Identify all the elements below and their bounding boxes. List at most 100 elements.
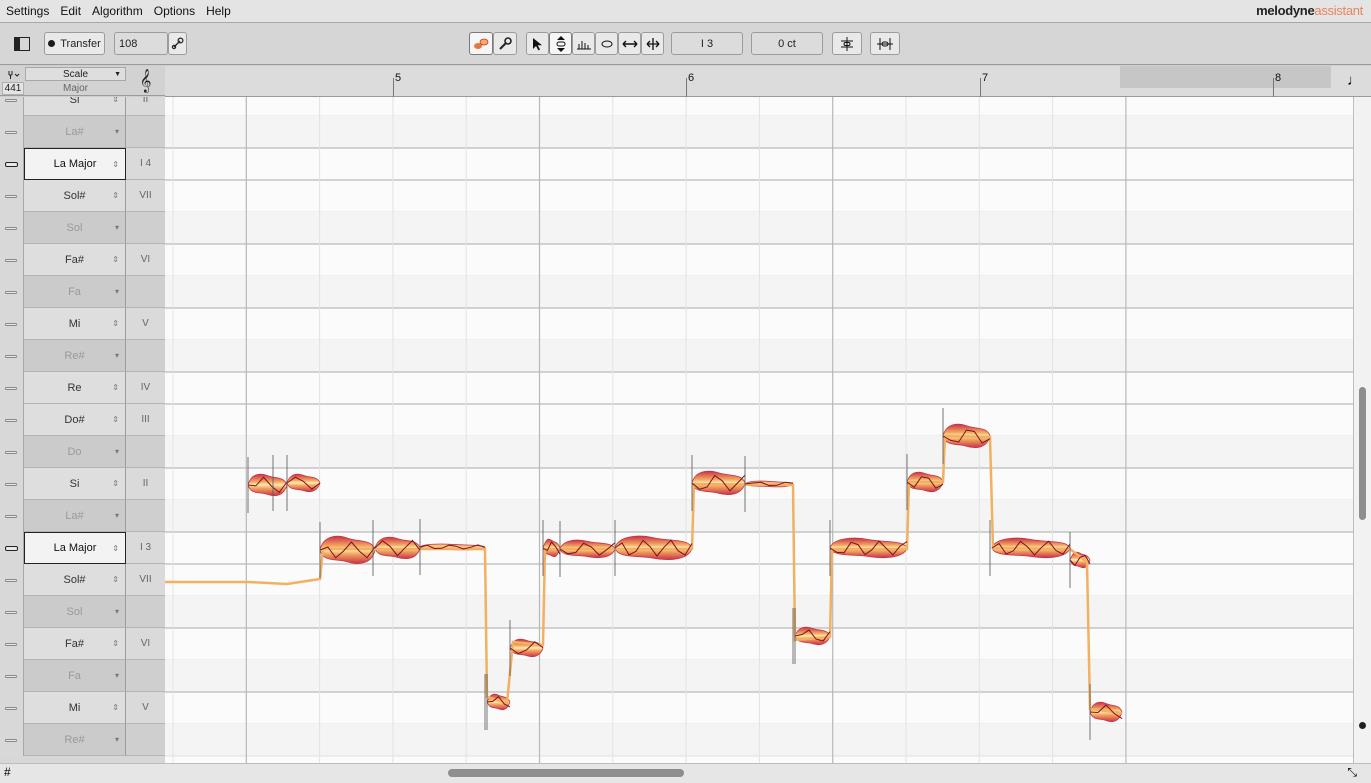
vertical-scroll-thumb[interactable] <box>1359 387 1366 520</box>
pitch-lane[interactable] <box>0 404 24 436</box>
scale-note[interactable]: Sol# ⇕ <box>24 180 126 212</box>
clef-button[interactable]: 𝄞 <box>128 67 163 95</box>
menu-edit[interactable]: Edit <box>54 0 86 23</box>
pitch-lane[interactable] <box>0 564 24 596</box>
pitch-lane[interactable] <box>0 468 24 500</box>
timing-tool-button[interactable] <box>618 32 641 55</box>
scale-row[interactable]: Fa ▾ <box>0 276 165 308</box>
note-blob[interactable] <box>794 626 831 646</box>
scale-row[interactable]: La# ▾ <box>0 500 165 532</box>
menu-algorithm[interactable]: Algorithm <box>86 0 148 23</box>
scale-row[interactable]: Re# ▾ <box>0 340 165 372</box>
scale-row[interactable]: Fa# ⇕ VI <box>0 628 165 660</box>
scale-note[interactable]: La# ▾ <box>24 116 126 148</box>
scale-note[interactable]: Sol# ⇕ <box>24 564 126 596</box>
scale-note[interactable]: Fa# ⇕ <box>24 628 126 660</box>
cent-offset-field[interactable]: 0 ct <box>751 32 823 55</box>
scale-row[interactable]: Sol ▾ <box>0 596 165 628</box>
note-blob[interactable] <box>247 473 288 496</box>
scale-row[interactable]: La# ▾ <box>0 116 165 148</box>
quantize-pitch-button[interactable] <box>832 32 862 55</box>
scale-row[interactable]: Sol# ⇕ VII <box>0 564 165 596</box>
amplitude-tool-button[interactable] <box>595 32 618 55</box>
scale-row[interactable]: Do# ⇕ III <box>0 404 165 436</box>
pitch-lane[interactable] <box>0 148 24 180</box>
scale-note[interactable]: Re# ▾ <box>24 340 126 372</box>
scale-row[interactable]: Re ⇕ IV <box>0 372 165 404</box>
scale-row[interactable]: Mi ⇕ V <box>0 308 165 340</box>
pitch-lane[interactable] <box>0 596 24 628</box>
pitch-lane[interactable] <box>0 276 24 308</box>
scale-note[interactable]: Do# ⇕ <box>24 404 126 436</box>
grid-snap-icon[interactable]: # <box>4 765 11 779</box>
scale-row[interactable]: La Major ⇕ I 3 <box>0 532 165 564</box>
menu-settings[interactable]: Settings <box>0 0 54 23</box>
scale-note[interactable]: Re# ▾ <box>24 724 126 756</box>
horizontal-scroll-thumb[interactable] <box>448 769 684 777</box>
tempo-link-button[interactable] <box>168 32 187 55</box>
note-blob[interactable] <box>286 473 321 493</box>
scale-note[interactable]: Sol ▾ <box>24 596 126 628</box>
pitch-tool-button[interactable] <box>549 32 572 55</box>
time-stretch-tool-button[interactable] <box>641 32 664 55</box>
tempo-field[interactable]: 108 <box>114 32 168 55</box>
pitch-lane[interactable] <box>0 532 24 564</box>
scale-row[interactable]: Sol# ⇕ VII <box>0 180 165 212</box>
sidebar-toggle-button[interactable] <box>10 32 34 55</box>
scale-note[interactable]: La Major ⇕ <box>24 532 126 564</box>
pitch-lane[interactable] <box>0 692 24 724</box>
transfer-button[interactable]: Transfer <box>44 32 105 55</box>
reference-pitch-field[interactable]: 441 <box>2 82 24 95</box>
scale-note[interactable]: La# ▾ <box>24 500 126 532</box>
pitch-lane[interactable] <box>0 340 24 372</box>
formant-tool-button[interactable] <box>572 32 595 55</box>
pitch-macro-button[interactable] <box>469 32 493 55</box>
pitch-lane[interactable] <box>0 628 24 660</box>
scale-mode[interactable]: Major <box>25 82 126 95</box>
note-editor-canvas[interactable] <box>165 97 1353 763</box>
menu-options[interactable]: Options <box>148 0 200 23</box>
pitch-lane[interactable] <box>0 308 24 340</box>
zoom-resize-icon[interactable]: ⤡ <box>1347 765 1357 780</box>
pitch-lane[interactable] <box>0 244 24 276</box>
pitch-lane[interactable] <box>0 97 24 116</box>
quantize-time-button[interactable] <box>870 32 900 55</box>
pitch-lane[interactable] <box>0 372 24 404</box>
scale-note[interactable]: Do ▾ <box>24 436 126 468</box>
note-value-corner[interactable]: ♩ <box>1331 66 1371 97</box>
scale-row[interactable]: Re# ▾ <box>0 724 165 756</box>
scale-note[interactable]: Fa ▾ <box>24 660 126 692</box>
scale-row[interactable]: Do ▾ <box>0 436 165 468</box>
scale-row[interactable]: Si ⇕ II <box>0 97 165 116</box>
pitch-position-field[interactable]: I 3 <box>671 32 743 55</box>
timeline-ruler[interactable]: 5 6 7 8 <box>165 66 1331 97</box>
scale-row[interactable]: Si ⇕ II <box>0 468 165 500</box>
scale-note[interactable]: Fa# ⇕ <box>24 244 126 276</box>
scale-note[interactable]: Mi ⇕ <box>24 308 126 340</box>
scale-row[interactable]: Sol ▾ <box>0 212 165 244</box>
horizontal-scrollbar[interactable]: # ⤡ <box>0 763 1371 783</box>
menu-help[interactable]: Help <box>200 0 236 23</box>
scale-selector[interactable]: Scale ▼ <box>25 67 126 81</box>
scale-note[interactable]: Sol ▾ <box>24 212 126 244</box>
pitch-lane[interactable] <box>0 724 24 756</box>
pointer-tool-button[interactable] <box>526 32 549 55</box>
scale-note[interactable]: Si ⇕ <box>24 468 126 500</box>
pitch-lane[interactable] <box>0 500 24 532</box>
scale-note[interactable]: Fa ▾ <box>24 276 126 308</box>
scale-row[interactable]: Fa ▾ <box>0 660 165 692</box>
vertical-zoom-handle[interactable] <box>1359 722 1366 729</box>
scale-row[interactable]: La Major ⇕ I 4 <box>0 148 165 180</box>
note-editor[interactable] <box>165 97 1353 763</box>
pitch-lane[interactable] <box>0 180 24 212</box>
scale-row[interactable]: Mi ⇕ V <box>0 692 165 724</box>
scale-row[interactable]: Fa# ⇕ VI <box>0 244 165 276</box>
pitch-lane[interactable] <box>0 660 24 692</box>
tuning-menu-button[interactable] <box>2 68 24 81</box>
scale-note[interactable]: Mi ⇕ <box>24 692 126 724</box>
pitch-lane[interactable] <box>0 436 24 468</box>
scale-note[interactable]: Re ⇕ <box>24 372 126 404</box>
tools-button[interactable] <box>493 32 517 55</box>
pitch-lane[interactable] <box>0 212 24 244</box>
vertical-scrollbar[interactable] <box>1353 97 1371 763</box>
